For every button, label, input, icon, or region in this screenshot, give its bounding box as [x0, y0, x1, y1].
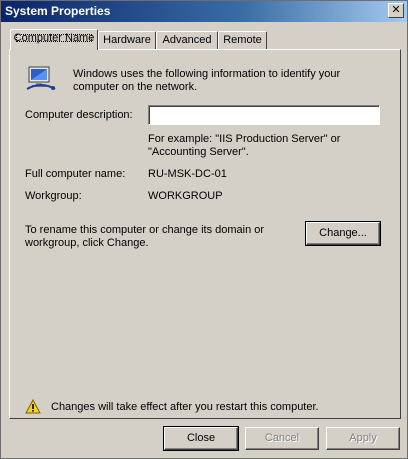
change-button[interactable]: Change... [305, 221, 381, 246]
cancel-button[interactable]: Cancel [245, 427, 319, 450]
full-computer-name-label: Full computer name: [25, 168, 126, 180]
warning-icon [25, 398, 41, 414]
close-button[interactable]: Close [163, 426, 239, 451]
computer-description-input[interactable] [148, 105, 380, 125]
example-text: For example: "IIS Production Server" or … [148, 133, 341, 158]
tab-hardware[interactable]: Hardware [98, 31, 156, 49]
tab-advanced[interactable]: Advanced [156, 31, 218, 49]
rename-instructions: To rename this computer or change its do… [25, 224, 265, 249]
window-title: System Properties [5, 4, 111, 18]
tab-computer-name[interactable]: Computer Name [10, 29, 98, 50]
tab-remote[interactable]: Remote [218, 31, 267, 49]
tab-strip: Computer Name Hardware Advanced Remote [1, 29, 407, 50]
tab-label: Hardware [103, 34, 151, 46]
apply-button[interactable]: Apply [326, 427, 400, 450]
tab-label: Remote [223, 34, 262, 46]
system-properties-window: System Properties ✕ Computer Name Hardwa… [0, 0, 408, 459]
intro-text: Windows uses the following information t… [73, 68, 341, 93]
computer-description-label: Computer description: [25, 109, 133, 121]
close-window-button[interactable]: ✕ [388, 3, 404, 18]
title-bar[interactable]: System Properties ✕ [1, 1, 407, 22]
close-icon: ✕ [391, 4, 401, 16]
tab-label: Computer Name [13, 32, 95, 44]
workgroup-label: Workgroup: [25, 190, 82, 202]
restart-warning-text: Changes will take effect after you resta… [51, 401, 319, 413]
tab-label: Advanced [162, 34, 212, 46]
full-computer-name-value: RU-MSK-DC-01 [148, 168, 227, 180]
workgroup-value: WORKGROUP [148, 190, 223, 202]
computer-network-icon [25, 63, 57, 93]
